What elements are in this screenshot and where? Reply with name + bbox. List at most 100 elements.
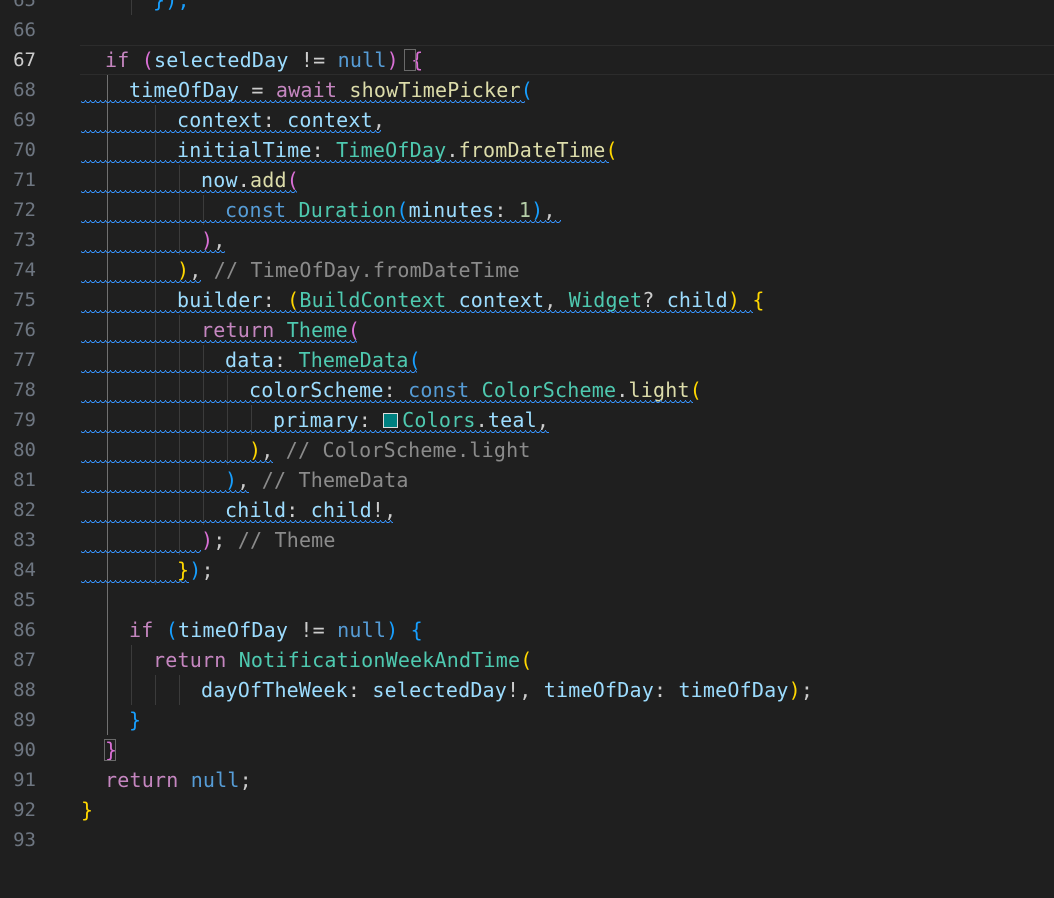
- code-token: context: [287, 108, 373, 132]
- code-token: !=: [288, 48, 338, 72]
- code-line[interactable]: 93: [0, 825, 1054, 855]
- code-token: child: [225, 498, 287, 522]
- code-line[interactable]: 68 timeOfDay = await showTimePicker(: [0, 75, 1054, 105]
- code-line[interactable]: 85: [0, 585, 1054, 615]
- warning-squiggle[interactable]: [81, 460, 273, 464]
- color-swatch-icon[interactable]: [383, 413, 399, 428]
- warning-squiggle[interactable]: [81, 430, 549, 434]
- warning-squiggle[interactable]: [81, 490, 249, 494]
- code-token: ,: [213, 228, 226, 252]
- indent-guide: [179, 675, 180, 705]
- code-line[interactable]: 65});: [0, 0, 1054, 15]
- code-token: !,: [507, 678, 544, 702]
- warning-squiggle[interactable]: [81, 520, 393, 524]
- code-token: :: [273, 348, 299, 372]
- code-line[interactable]: 92}: [0, 795, 1054, 825]
- code-text: ), // ThemeData: [225, 465, 409, 495]
- code-token: ): [177, 258, 190, 282]
- code-line[interactable]: 76 return Theme(: [0, 315, 1054, 345]
- code-line[interactable]: 72 const Duration(minutes: 1),: [0, 195, 1054, 225]
- code-line[interactable]: 77 data: ThemeData(: [0, 345, 1054, 375]
- bracket-match-highlight: [404, 49, 416, 71]
- code-token: Widget: [568, 288, 643, 312]
- code-token: null: [337, 618, 387, 642]
- warning-squiggle[interactable]: [81, 100, 525, 104]
- line-number: 69: [13, 109, 36, 131]
- code-token: return: [105, 768, 191, 792]
- code-line[interactable]: 78 colorScheme: const ColorScheme.light(: [0, 375, 1054, 405]
- code-line[interactable]: 83); // Theme: [0, 525, 1054, 555]
- code-token: :: [653, 678, 679, 702]
- code-token: ): [727, 288, 753, 312]
- code-line[interactable]: 67 if (selectedDay != null) {: [0, 45, 1054, 75]
- code-line[interactable]: 91 return null;: [0, 765, 1054, 795]
- code-line[interactable]: 80), // ColorScheme.light: [0, 435, 1054, 465]
- code-token: colorScheme: [249, 378, 384, 402]
- code-comment: // ColorScheme.light: [285, 438, 531, 462]
- code-line[interactable]: 87 return NotificationWeekAndTime(: [0, 645, 1054, 675]
- code-line[interactable]: 88 dayOfTheWeek: selectedDay!, timeOfDay:…: [0, 675, 1054, 705]
- code-line[interactable]: 74), // TimeOfDay.fromDateTime: [0, 255, 1054, 285]
- warning-squiggle[interactable]: [81, 550, 201, 554]
- code-token: child: [666, 288, 728, 312]
- code-line[interactable]: 84});: [0, 555, 1054, 585]
- line-number: 81: [13, 469, 36, 491]
- code-token: ?: [642, 288, 667, 312]
- code-token: :: [347, 678, 373, 702]
- code-line[interactable]: 73),: [0, 225, 1054, 255]
- code-line[interactable]: 89}: [0, 705, 1054, 735]
- warning-squiggle[interactable]: [81, 400, 693, 404]
- warning-squiggle[interactable]: [81, 310, 753, 314]
- code-token: (: [287, 288, 300, 312]
- indent-guide: [107, 585, 108, 615]
- code-text: return NotificationWeekAndTime(: [153, 645, 532, 675]
- line-number: 77: [13, 349, 36, 371]
- warning-squiggle[interactable]: [81, 220, 561, 224]
- code-line[interactable]: 90}: [0, 735, 1054, 765]
- code-token: ): [201, 528, 214, 552]
- code-line[interactable]: 75 builder: (BuildContext context, Widget…: [0, 285, 1054, 315]
- code-line[interactable]: 81 ), // ThemeData: [0, 465, 1054, 495]
- code-token: await: [275, 78, 350, 102]
- code-line[interactable]: 70 initialTime: TimeOfDay.fromDateTime(: [0, 135, 1054, 165]
- code-line[interactable]: 86 if (timeOfDay != null) {: [0, 615, 1054, 645]
- warning-squiggle[interactable]: [81, 370, 417, 374]
- code-token: ;: [201, 558, 214, 582]
- indent-guide: [155, 675, 156, 705]
- code-token: return: [201, 318, 287, 342]
- warning-squiggle[interactable]: [81, 250, 225, 254]
- code-line[interactable]: 82 child: child!,: [0, 495, 1054, 525]
- code-comment: // Theme: [237, 528, 336, 552]
- code-token: });: [153, 0, 190, 12]
- line-number: 65: [13, 0, 36, 11]
- line-number: 68: [13, 79, 36, 101]
- line-number: 82: [13, 499, 36, 521]
- code-text: ), // ColorScheme.light: [249, 435, 531, 465]
- code-token: Duration: [298, 198, 397, 222]
- warning-squiggle[interactable]: [81, 340, 357, 344]
- code-text: }: [81, 795, 93, 825]
- code-token: {: [410, 618, 423, 642]
- warning-squiggle[interactable]: [81, 190, 297, 194]
- code-token: if: [129, 618, 166, 642]
- warning-squiggle[interactable]: [81, 160, 609, 164]
- code-line[interactable]: 66: [0, 15, 1054, 45]
- warning-squiggle[interactable]: [81, 130, 381, 134]
- code-token: TimeOfDay: [336, 138, 447, 162]
- code-line[interactable]: 71 now.add(: [0, 165, 1054, 195]
- code-token: NotificationWeekAndTime: [238, 648, 521, 672]
- code-token: const: [225, 198, 299, 222]
- code-text: dayOfTheWeek: selectedDay!, timeOfDay: t…: [201, 675, 813, 705]
- code-token: ,: [237, 468, 262, 492]
- code-token: return: [153, 648, 239, 672]
- line-number: 89: [13, 709, 36, 731]
- warning-squiggle[interactable]: [81, 280, 201, 284]
- code-token: ,: [261, 438, 286, 462]
- code-line[interactable]: 69 context: context,: [0, 105, 1054, 135]
- code-line[interactable]: 79 primary: Colors.teal,: [0, 405, 1054, 435]
- code-editor[interactable]: 65}); 66 67 if (selectedDay != null) {68 tim…: [0, 0, 1054, 898]
- code-token: }: [129, 708, 142, 732]
- code-token: null: [337, 48, 387, 72]
- indent-guide: [107, 615, 108, 645]
- warning-squiggle[interactable]: [81, 580, 189, 584]
